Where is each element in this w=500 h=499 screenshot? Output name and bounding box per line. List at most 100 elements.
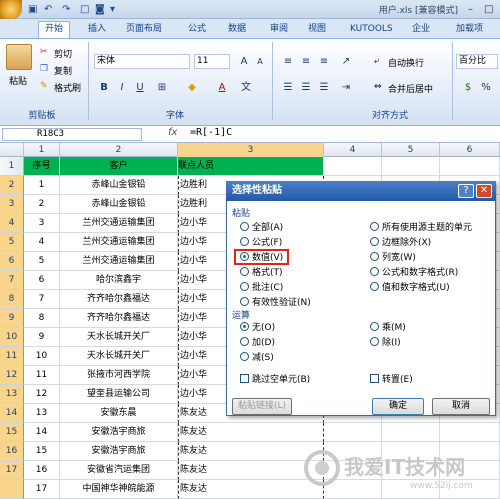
tab-insert[interactable]: 插入	[88, 22, 106, 36]
ok-button[interactable]: 确定	[372, 398, 424, 415]
header-cell[interactable]: 序号	[24, 157, 60, 176]
table-cell[interactable]: 哈尔滨鑫宇	[60, 271, 178, 290]
align-bottom-icon[interactable]: ≡	[316, 54, 332, 69]
italic-button[interactable]: I	[114, 80, 130, 95]
cut-button[interactable]: 剪切	[54, 47, 72, 60]
table-cell[interactable]: 安徽东晨	[60, 404, 178, 423]
col-header[interactable]: 2	[60, 143, 178, 157]
operation-radio[interactable]: 无(O)	[240, 322, 275, 334]
table-cell[interactable]: 10	[24, 347, 60, 366]
table-cell[interactable]: 9	[24, 328, 60, 347]
print-preview-icon[interactable]: ◙	[95, 3, 105, 16]
formula-input[interactable]: =R[-1]C	[190, 127, 232, 138]
row-header[interactable]: 2	[0, 176, 24, 195]
empty-cell[interactable]	[324, 157, 382, 176]
bold-button[interactable]: B	[96, 80, 112, 95]
currency-icon[interactable]: $	[460, 80, 476, 95]
align-right-icon[interactable]: ☰	[316, 80, 332, 95]
row-header[interactable]: 7	[0, 271, 24, 290]
name-box[interactable]: R18C3	[2, 128, 142, 141]
operation-radio[interactable]: 乘(M)	[370, 322, 406, 334]
tab-kutools[interactable]: KUTOOLS	[350, 22, 393, 36]
tab-data[interactable]: 数据	[228, 22, 246, 36]
select-all-corner[interactable]	[0, 143, 24, 157]
phonetic-icon[interactable]: 文	[238, 80, 254, 95]
tab-page-layout[interactable]: 页面布局	[126, 22, 162, 36]
row-header[interactable]: 16	[0, 442, 24, 461]
clipboard-icon[interactable]	[6, 44, 32, 70]
paste-option-radio[interactable]: 格式(T)	[240, 267, 283, 279]
transpose-checkbox[interactable]: 转置(E)	[370, 374, 413, 386]
orientation-icon[interactable]: ↗	[338, 54, 354, 69]
font-size-select[interactable]: 11	[194, 54, 230, 69]
table-cell[interactable]: 赤峰山金银铅	[60, 195, 178, 214]
cut-icon[interactable]: ✂	[40, 47, 48, 57]
indent-icon[interactable]: ⇥	[338, 80, 354, 95]
header-cell[interactable]: 联点人员	[178, 157, 324, 176]
header-cell[interactable]: 客户	[60, 157, 178, 176]
cancel-button[interactable]: 取消	[432, 398, 490, 415]
table-cell[interactable]: 安徽省汽运集团	[60, 461, 178, 480]
tab-addins[interactable]: 加载项	[456, 22, 483, 36]
table-cell[interactable]: 17	[24, 480, 60, 499]
fill-color-icon[interactable]: ◆	[184, 80, 200, 95]
save-icon[interactable]: ▣	[28, 3, 37, 16]
number-format-select[interactable]: 百分比	[456, 54, 498, 69]
row-header[interactable]: 17	[0, 461, 24, 480]
tab-review[interactable]: 审阅	[270, 22, 288, 36]
empty-cell[interactable]	[382, 423, 440, 442]
empty-cell[interactable]	[440, 157, 500, 176]
table-cell[interactable]: 兰州交通运输集团	[60, 214, 178, 233]
minimize-icon[interactable]: –	[468, 3, 473, 16]
paste-option-radio[interactable]: 公式和数字格式(R)	[370, 267, 458, 279]
table-cell[interactable]: 齐齐哈尔鑫福达	[60, 290, 178, 309]
table-cell[interactable]: 14	[24, 423, 60, 442]
table-cell[interactable]: 13	[24, 404, 60, 423]
row-header[interactable]: 5	[0, 233, 24, 252]
operation-radio[interactable]: 加(D)	[240, 337, 275, 349]
table-cell[interactable]: 望奎县运输公司	[60, 385, 178, 404]
font-name-select[interactable]: 宋体	[94, 54, 190, 69]
maximize-icon[interactable]: □	[484, 3, 493, 16]
customize-qat-icon[interactable]: ▾	[110, 3, 115, 16]
table-cell[interactable]: 4	[24, 233, 60, 252]
row-header[interactable]: 15	[0, 423, 24, 442]
tab-home[interactable]: 开始	[38, 21, 71, 38]
shrink-font-icon[interactable]: A	[252, 54, 268, 69]
skip-blanks-checkbox[interactable]: 跳过空单元(B)	[240, 374, 310, 386]
table-cell[interactable]: 8	[24, 309, 60, 328]
help-icon[interactable]: ?	[458, 184, 474, 198]
merge-icon[interactable]: ⇔	[374, 82, 382, 92]
empty-cell[interactable]	[440, 423, 500, 442]
office-button[interactable]	[0, 0, 22, 19]
paste-button[interactable]: 粘贴	[9, 74, 27, 87]
fx-icon[interactable]: fx	[168, 127, 177, 138]
row-header[interactable]: 11	[0, 347, 24, 366]
row-header[interactable]: 12	[0, 366, 24, 385]
align-center-icon[interactable]: ☰	[298, 80, 314, 95]
row-header[interactable]: 3	[0, 195, 24, 214]
table-cell[interactable]: 安徽浩宇商旅	[60, 442, 178, 461]
col-header[interactable]: 1	[24, 143, 60, 157]
copy-button[interactable]: 复制	[54, 64, 72, 77]
paste-option-radio[interactable]: 全部(A)	[240, 222, 283, 234]
paste-option-radio[interactable]: 边框除外(X)	[370, 237, 431, 249]
borders-icon[interactable]: ⊞	[154, 80, 170, 95]
table-cell[interactable]: 安徽浩宇商旅	[60, 423, 178, 442]
col-header[interactable]: 4	[324, 143, 382, 157]
redo-icon[interactable]: ↷	[62, 3, 70, 16]
col-header[interactable]: 3	[178, 143, 324, 157]
col-header[interactable]: 5	[382, 143, 440, 157]
row-header[interactable]	[0, 480, 24, 499]
new-icon[interactable]: □	[80, 3, 89, 16]
table-cell[interactable]: 陈友达	[178, 423, 324, 442]
tab-formulas[interactable]: 公式	[188, 22, 206, 36]
font-color-icon[interactable]: A	[214, 80, 230, 95]
table-cell[interactable]: 天水长城开关厂	[60, 328, 178, 347]
table-cell[interactable]: 6	[24, 271, 60, 290]
format-painter-button[interactable]: 格式刷	[54, 81, 81, 94]
row-header[interactable]: 6	[0, 252, 24, 271]
wrap-text-button[interactable]: 自动换行	[388, 56, 424, 69]
paste-option-radio[interactable]: 值和数字格式(U)	[370, 282, 450, 294]
wrap-text-icon[interactable]: ⤶	[374, 56, 379, 66]
